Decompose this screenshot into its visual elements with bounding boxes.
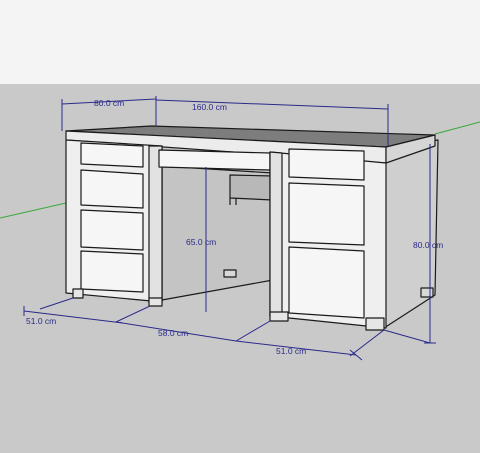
right-drawer-middle[interactable] [288,182,365,246]
dim-left-pedestal-width-label: 51.0 cm [26,316,56,326]
dim-top-depth-label: 80.0 cm [94,98,124,108]
left-inner-foot [148,297,163,307]
center-drawer[interactable] [158,149,271,171]
3d-model-viewport[interactable]: 80.0 cm 160.0 cm 65.0 cm 80.0 cm 51.0 cm [0,0,480,453]
right-pedestal-inner-side [269,151,283,318]
left-pedestal-inner-side [148,145,163,304]
dim-kneehole-width-label: 58.0 cm [158,328,188,338]
kneehole-back-foot [223,269,237,278]
dim-total-height-label: 80.0 cm [413,240,443,250]
right-drawer-bottom[interactable] [288,246,365,319]
left-drawer-1[interactable] [80,142,144,168]
left-drawer-2[interactable] [80,169,144,209]
dim-top-width-label: 160.0 cm [192,102,227,112]
dim-kneehole-height-label: 65.0 cm [186,237,216,247]
right-front-foot [365,317,385,331]
right-inner-foot [269,311,289,322]
right-drawer-top[interactable] [288,148,365,181]
sky [0,0,480,84]
left-drawer-4[interactable] [80,250,144,293]
dim-right-pedestal-width-label: 51.0 cm [276,346,306,356]
right-back-foot [420,287,434,298]
kneehole-rear-rail [229,174,274,201]
left-drawer-3[interactable] [80,209,144,251]
left-front-foot [72,288,84,299]
